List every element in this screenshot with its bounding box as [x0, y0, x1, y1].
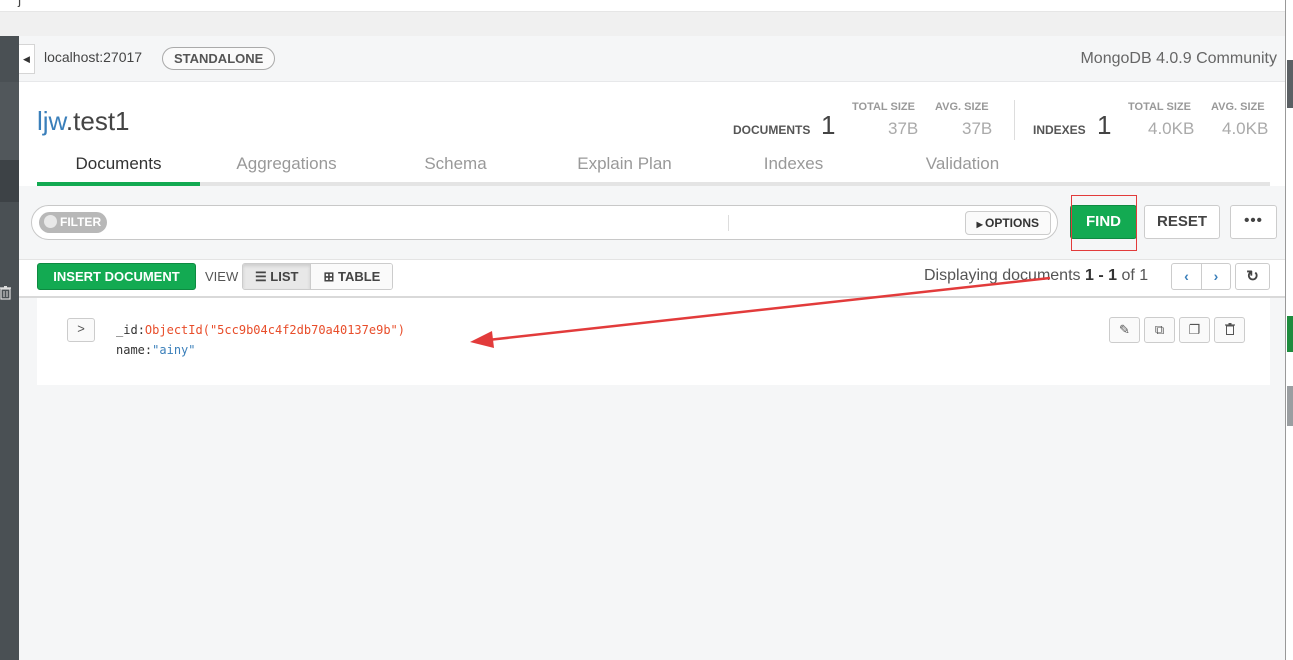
document-field: _id:ObjectId("5cc9b04c4f2db70a40137e9b") — [116, 323, 406, 337]
sidebar-section — [0, 82, 19, 160]
filter-divider — [728, 215, 729, 231]
next-page-icon[interactable]: › — [1201, 264, 1230, 289]
instance-bar: ◀ localhost:27017 STANDALONE MongoDB 4.0… — [19, 36, 1285, 82]
tab-aggregations[interactable]: Aggregations — [205, 154, 368, 174]
doc-total-size: 37B — [888, 119, 919, 138]
idx-avg-size: 4.0KB — [1222, 119, 1269, 138]
indexes-count: 1 — [1097, 110, 1112, 140]
collapse-sidebar-button[interactable]: ◀ — [19, 44, 35, 74]
view-label: VIEW — [205, 269, 239, 284]
find-button-highlight-annotation — [1071, 195, 1137, 251]
edge-block — [1287, 316, 1293, 352]
options-label: OPTIONS — [984, 216, 1039, 230]
indexes-label: INDEXES — [1033, 123, 1086, 137]
stats-divider — [1014, 100, 1015, 140]
document-field: name:"ainy" — [116, 343, 196, 357]
edit-pencil-icon[interactable]: ✎ — [1109, 317, 1140, 343]
sidebar-section — [0, 160, 19, 202]
list-icon: ☰ — [255, 269, 271, 284]
filter-tag: FILTER — [39, 212, 108, 233]
clone-document-icon[interactable]: ❐ — [1179, 317, 1210, 343]
insert-document-button[interactable]: INSERT DOCUMENT — [37, 263, 196, 290]
delete-trash-icon[interactable] — [1214, 317, 1245, 343]
info-icon — [44, 215, 57, 228]
tab-explain-plan[interactable]: Explain Plan — [543, 154, 706, 174]
sidebar — [0, 36, 19, 660]
documents-label: DOCUMENTS — [733, 123, 811, 137]
right-window-edge — [1285, 0, 1293, 660]
doc-total-size-label: TOTAL SIZE — [852, 101, 915, 113]
instance-host: localhost:27017 — [44, 49, 143, 65]
pagination: ‹ › — [1171, 263, 1231, 290]
field-value: ObjectId("5cc9b04c4f2db70a40137e9b") — [144, 323, 406, 337]
edge-block — [1287, 60, 1293, 108]
filter-label: FILTER — [60, 215, 102, 229]
window-tab-bar — [0, 12, 1285, 36]
expand-document-button[interactable]: > — [67, 318, 95, 342]
document-actions: ✎ ⧉ ❐ — [1109, 317, 1245, 343]
database-name[interactable]: ljw — [37, 106, 66, 136]
collection-name: .test1 — [65, 106, 130, 136]
table-icon: ⊞ — [323, 269, 338, 284]
tab-documents[interactable]: Documents — [37, 154, 200, 174]
list-view-button[interactable]: ☰ LIST — [243, 264, 311, 289]
caret-right-icon: ▶ — [976, 220, 985, 229]
filter-input[interactable]: FILTER ▶ OPTIONS — [31, 205, 1058, 240]
more-options-button[interactable]: ••• — [1230, 205, 1277, 239]
copy-document-icon[interactable]: ⧉ — [1144, 317, 1175, 343]
display-prefix: Displaying documents — [924, 267, 1081, 284]
field-key: name — [116, 343, 145, 357]
field-key: _id — [116, 323, 138, 337]
window-title-glyph: j — [18, 0, 21, 7]
reset-button[interactable]: RESET — [1144, 205, 1220, 239]
documents-count: 1 — [821, 110, 836, 140]
edge-block — [1287, 386, 1293, 426]
list-label: LIST — [270, 269, 299, 284]
server-version: MongoDB 4.0.9 Community — [1080, 50, 1277, 67]
prev-page-icon[interactable]: ‹ — [1172, 264, 1201, 289]
idx-total-size: 4.0KB — [1148, 119, 1195, 138]
options-button[interactable]: ▶ OPTIONS — [964, 211, 1051, 235]
table-label: TABLE — [337, 269, 381, 284]
idx-avg-size-label: AVG. SIZE — [1211, 101, 1265, 113]
document-card: > _id:ObjectId("5cc9b04c4f2db70a40137e9b… — [37, 298, 1270, 385]
topology-badge: STANDALONE — [162, 47, 276, 70]
view-toggle: ☰ LIST ⊞ TABLE — [242, 263, 394, 290]
doc-avg-size: 37B — [962, 119, 993, 138]
collection-view: ◀ localhost:27017 STANDALONE MongoDB 4.0… — [19, 36, 1285, 660]
doc-avg-size-label: AVG. SIZE — [935, 101, 989, 113]
display-count: Displaying documents 1 - 1 of 1 — [924, 267, 1148, 285]
collection-tabs: Documents Aggregations Schema Explain Pl… — [37, 148, 1270, 186]
field-value: "ainy" — [152, 343, 196, 357]
window-top-strip: j — [0, 0, 1285, 12]
tab-validation[interactable]: Validation — [881, 154, 1044, 174]
trash-icon[interactable] — [0, 286, 12, 302]
display-range: 1 - 1 — [1084, 267, 1117, 284]
display-total: 1 — [1139, 267, 1149, 284]
display-of: of — [1121, 267, 1135, 284]
tab-schema[interactable]: Schema — [374, 154, 537, 174]
idx-total-size-label: TOTAL SIZE — [1128, 101, 1191, 113]
tab-indexes[interactable]: Indexes — [712, 154, 875, 174]
collection-title: ljw.test1 — [37, 106, 130, 137]
refresh-icon[interactable]: ↻ — [1235, 263, 1270, 290]
documents-toolbar: INSERT DOCUMENT VIEW ☰ LIST ⊞ TABLE Disp… — [19, 260, 1285, 298]
table-view-button[interactable]: ⊞ TABLE — [310, 264, 393, 289]
